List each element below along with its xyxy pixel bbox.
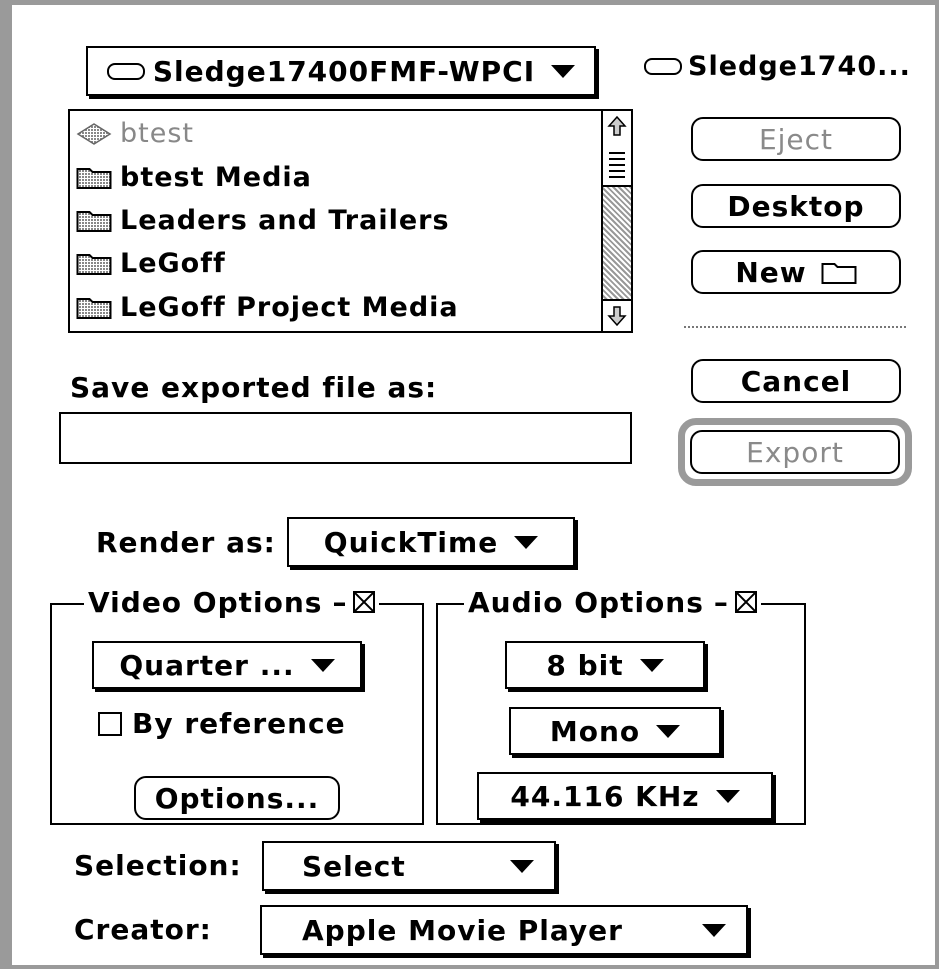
list-item[interactable]: LeGoff Project Media — [76, 287, 459, 327]
chevron-down-icon — [702, 923, 726, 937]
chevron-down-icon — [510, 859, 534, 873]
selection-label: Selection: — [74, 849, 242, 882]
audio-options-title: Audio Options – — [464, 585, 761, 619]
file-list[interactable]: btest btest Media Leaders and Trailers L… — [68, 109, 633, 333]
divider — [684, 326, 906, 328]
new-folder-button-label: New — [735, 255, 807, 289]
scroll-thumb[interactable] — [603, 141, 631, 187]
export-dialog: Sledge17400FMF-WPCI Sledge1740... btest … — [0, 0, 939, 969]
cancel-button[interactable]: Cancel — [691, 359, 901, 403]
video-size-value: Quarter ... — [119, 648, 295, 682]
render-as-popup[interactable]: QuickTime — [287, 517, 575, 567]
audio-channels-value: Mono — [549, 714, 641, 748]
video-options-label: Video Options — [88, 585, 323, 619]
list-item-label: btest — [120, 117, 194, 149]
options-button[interactable]: Options... — [134, 776, 340, 820]
creator-popup[interactable]: Apple Movie Player — [260, 905, 748, 955]
list-item-label: LeGoff — [120, 247, 226, 279]
list-scrollbar[interactable] — [601, 111, 631, 331]
chevron-down-icon — [514, 535, 539, 549]
creator-label: Creator: — [74, 913, 212, 946]
list-item-label: btest Media — [120, 161, 312, 193]
render-as-label: Render as: — [96, 526, 276, 559]
list-item-label: Leaders and Trailers — [120, 204, 450, 236]
audio-channels-popup[interactable]: Mono — [509, 707, 721, 755]
chevron-down-icon — [310, 658, 335, 672]
volume-name-label: Sledge1740... — [688, 51, 911, 82]
audio-bits-popup[interactable]: 8 bit — [505, 641, 705, 689]
chevron-down-icon — [715, 789, 740, 803]
folder-icon — [76, 168, 112, 189]
volume-popup-label: Sledge17400FMF-WPCI — [152, 54, 536, 88]
new-folder-button[interactable]: New — [691, 250, 901, 294]
scroll-up-arrow-icon[interactable] — [603, 111, 631, 143]
folder-icon — [76, 211, 112, 232]
folder-icon — [76, 298, 112, 319]
list-item-label: LeGoff Project Media — [120, 291, 459, 323]
folder-icon — [821, 263, 857, 284]
creator-value: Apple Movie Player — [302, 913, 623, 947]
save-as-label: Save exported file as: — [70, 371, 438, 404]
audio-rate-popup[interactable]: 44.116 KHz — [477, 772, 773, 820]
chevron-down-icon — [551, 64, 576, 78]
audio-options-enable-checkbox[interactable] — [734, 591, 757, 613]
list-item[interactable]: btest — [76, 113, 194, 153]
list-item[interactable]: btest Media — [76, 157, 312, 197]
by-reference-label: By reference — [132, 707, 346, 740]
folder-icon — [76, 254, 112, 275]
audio-bits-value: 8 bit — [546, 648, 624, 682]
render-as-value: QuickTime — [323, 525, 499, 559]
eject-button[interactable]: Eject — [691, 117, 901, 161]
disk-icon — [106, 62, 145, 80]
filename-field[interactable] — [59, 412, 632, 464]
chevron-down-icon — [639, 658, 664, 672]
scroll-down-arrow-icon[interactable] — [603, 299, 631, 331]
volume-popup[interactable]: Sledge17400FMF-WPCI — [86, 46, 596, 96]
by-reference-option[interactable]: By reference — [98, 707, 346, 740]
by-reference-checkbox[interactable] — [98, 711, 122, 736]
export-button[interactable]: Export — [690, 430, 900, 474]
list-item[interactable]: Leaders and Trailers — [76, 200, 450, 240]
video-size-popup[interactable]: Quarter ... — [92, 641, 362, 689]
video-options-enable-checkbox[interactable] — [353, 591, 376, 613]
selection-popup[interactable]: Select — [262, 841, 556, 891]
chevron-down-icon — [656, 724, 681, 738]
volume-name: Sledge1740... — [644, 51, 911, 82]
disk-icon — [644, 58, 682, 75]
application-icon — [76, 123, 112, 145]
list-item[interactable]: LeGoff — [76, 243, 226, 283]
video-options-title: Video Options – — [84, 585, 380, 619]
desktop-button[interactable]: Desktop — [691, 184, 901, 228]
selection-value: Select — [302, 849, 406, 883]
audio-rate-value: 44.116 KHz — [510, 779, 700, 813]
audio-options-label: Audio Options — [468, 585, 704, 619]
